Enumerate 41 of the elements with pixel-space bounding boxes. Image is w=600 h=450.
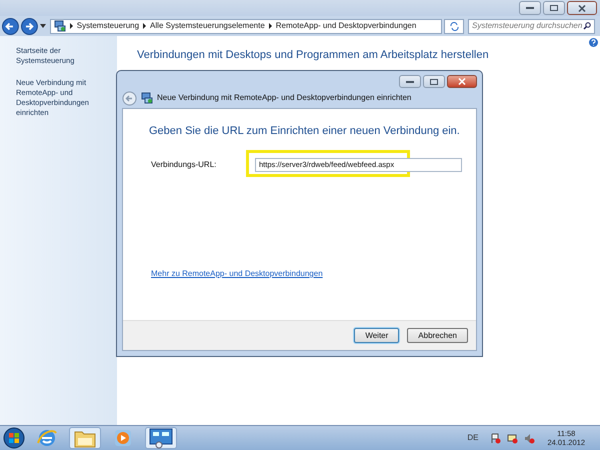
field-label: Verbindungs-URL: xyxy=(151,158,218,170)
speaker-icon[interactable] xyxy=(524,432,536,444)
close-icon xyxy=(578,4,586,12)
breadcrumb[interactable]: RemoteApp- und Desktopverbindungen xyxy=(276,20,416,32)
maximize-button[interactable] xyxy=(423,75,445,88)
help-link[interactable]: Mehr zu RemoteApp- und Desktopverbindungen xyxy=(151,268,476,280)
start-button[interactable] xyxy=(3,427,25,449)
close-button[interactable] xyxy=(567,1,597,15)
taskbar-button[interactable] xyxy=(145,427,177,449)
help-icon[interactable] xyxy=(589,38,598,47)
dialog-button[interactable]: Abbrechen xyxy=(407,328,468,343)
control-panel-icon xyxy=(148,427,174,449)
dialog-heading: Geben Sie die URL zum Einrichten einer neuen Verbindung ein. xyxy=(149,124,461,139)
chevron-icon xyxy=(143,23,146,29)
chevron-icon xyxy=(70,23,73,29)
close-icon xyxy=(458,78,466,85)
back-icon[interactable] xyxy=(2,18,19,34)
forward-icon[interactable] xyxy=(20,18,38,34)
remote-connection-icon xyxy=(141,92,153,104)
browser-icon xyxy=(36,427,58,449)
minimize-button[interactable] xyxy=(399,75,421,88)
breadcrumb[interactable]: Alle Systemsteuerungselemente xyxy=(150,20,265,32)
page-heading: Verbindungen mit Desktops und Programmen am Arbeitsplatz herstellen xyxy=(137,48,490,63)
breadcrumb[interactable]: Systemsteuerung xyxy=(76,20,140,32)
language-indicator[interactable]: DE xyxy=(467,432,478,444)
address-bar[interactable]: Systemsteuerung Alle Systemsteuerungselemente RemoteApp- und Desktopverbindungen xyxy=(50,18,442,34)
dropdown-caret-icon[interactable] xyxy=(40,24,46,28)
maximize-button[interactable] xyxy=(543,1,565,15)
search-icon xyxy=(583,22,592,30)
network-icon[interactable] xyxy=(507,432,518,444)
control-panel-icon xyxy=(54,20,66,32)
dialog-title: Neue Verbindung mit RemoteApp- und Desktopverbindungen einrichten xyxy=(157,92,412,104)
refresh-icon xyxy=(450,22,459,30)
media-player-icon xyxy=(112,427,134,449)
flag-icon[interactable] xyxy=(490,432,502,444)
minimize-button[interactable] xyxy=(519,1,541,15)
refresh-button[interactable] xyxy=(444,18,464,34)
close-button[interactable] xyxy=(447,75,477,88)
dialog-button[interactable]: Weiter xyxy=(354,328,400,343)
search-field[interactable]: Systemsteuerung durchsuchen xyxy=(468,18,596,34)
chevron-icon xyxy=(268,23,272,29)
